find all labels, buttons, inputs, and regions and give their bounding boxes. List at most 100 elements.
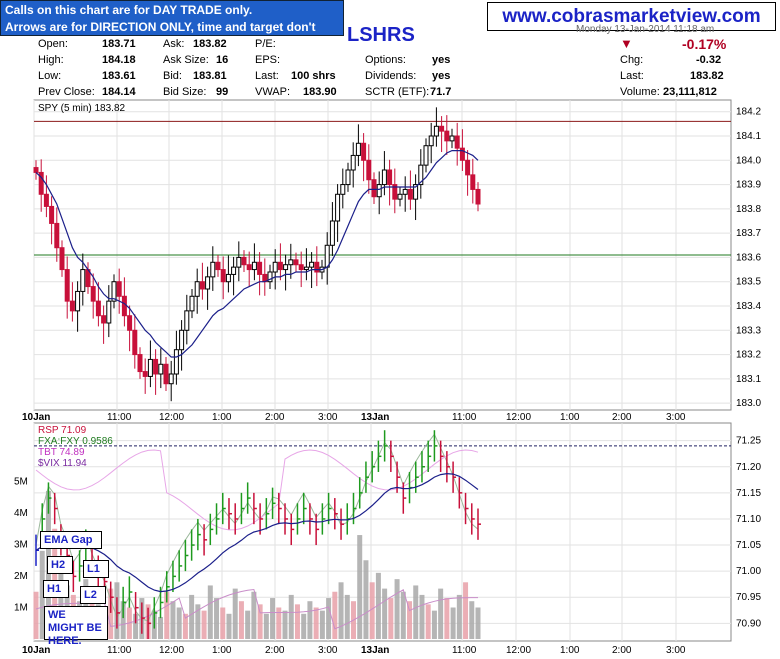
spy-legend: SPY (5 min) 183.82	[38, 103, 126, 114]
volume-bar-38	[270, 598, 276, 639]
candle-body-20	[137, 354, 143, 373]
candle-body-11	[90, 286, 96, 302]
time-tick-top-10: 2:00	[612, 412, 632, 423]
l2-label: L2	[80, 586, 106, 604]
volume-bar-43	[301, 613, 307, 639]
vix-legend: $VIX 11.94	[38, 458, 87, 469]
time-tick-bot-1: 11:00	[107, 645, 132, 656]
volume-bar-52	[357, 535, 363, 639]
candle-body-26	[168, 373, 174, 385]
candle-body-7	[69, 300, 75, 312]
rsp-tick-5: 71.00	[736, 566, 761, 577]
volume-bar-67	[450, 607, 456, 639]
candle-body-66	[376, 184, 382, 198]
volume-bar-60	[407, 601, 413, 639]
volume-tick-3: 2M	[14, 571, 28, 582]
volume-bar-0	[33, 591, 39, 639]
candle-body-32	[199, 281, 205, 290]
h2-label: H2	[47, 556, 73, 574]
candle-body-53	[309, 261, 315, 268]
candle-body-57	[329, 220, 335, 246]
time-tick-top-9: 1:00	[560, 412, 580, 423]
candle-body-5	[59, 247, 65, 271]
candle-body-30	[189, 295, 195, 312]
l1-label: L1	[83, 560, 109, 578]
volume-tick-2: 3M	[14, 540, 28, 551]
rsp-tick-4: 71.05	[736, 540, 761, 551]
candle-body-40	[241, 256, 247, 266]
time-tick-top-3: 1:00	[212, 412, 232, 423]
time-tick-bot-11: 3:00	[666, 645, 686, 656]
candle-body-61	[350, 154, 356, 171]
time-tick-top-2: 12:00	[159, 412, 184, 423]
candle-body-3	[49, 205, 55, 224]
rsp-tick-2: 71.15	[736, 488, 761, 499]
time-tick-bot-6: 13Jan	[361, 645, 389, 656]
candle-body-58	[335, 193, 341, 222]
candle-body-35	[215, 261, 221, 271]
volume-bar-40	[282, 610, 288, 639]
volume-bar-59	[400, 591, 406, 639]
volume-bar-54	[369, 582, 375, 639]
candle-body-46	[272, 261, 278, 273]
candle-body-21	[142, 371, 148, 377]
volume-bar-53	[363, 560, 369, 639]
time-tick-bot-9: 1:00	[560, 645, 580, 656]
candle-body-37	[225, 273, 231, 283]
candle-body-80	[449, 135, 455, 142]
candle-body-82	[459, 147, 465, 161]
volume-bar-25	[189, 594, 195, 639]
candle-body-50	[293, 259, 299, 266]
price-tick-4: 183.8	[736, 204, 761, 215]
candle-body-83	[465, 159, 471, 176]
volume-bar-71	[475, 607, 481, 639]
candle-body-76	[428, 135, 434, 147]
candle-body-56	[324, 244, 330, 268]
candle-body-67	[381, 169, 387, 186]
candle-body-79	[444, 130, 450, 142]
candle-body-13	[101, 315, 107, 324]
volume-bar-46	[319, 610, 325, 639]
volume-bar-28	[207, 585, 213, 639]
price-tick-11: 183.1	[736, 374, 761, 385]
volume-bar-62	[419, 594, 425, 639]
candle-body-71	[402, 188, 408, 195]
candle-body-16	[116, 281, 122, 297]
candle-body-24	[158, 363, 164, 375]
candle-body-62	[355, 142, 361, 156]
candle-body-22	[147, 358, 153, 377]
candle-body-31	[194, 281, 200, 297]
volume-bar-63	[425, 604, 431, 639]
candle-body-25	[163, 363, 169, 385]
candle-body-4	[54, 222, 60, 249]
candle-body-33	[205, 276, 211, 290]
volume-bar-65	[438, 588, 444, 639]
volume-bar-70	[469, 601, 475, 639]
candle-body-9	[80, 269, 86, 292]
volume-tick-0: 5M	[14, 477, 28, 488]
volume-bar-44	[307, 601, 313, 639]
candle-body-77	[433, 125, 439, 137]
fxa-legend: FXA:FXY 0.9586	[38, 436, 113, 447]
volume-bar-66	[444, 598, 450, 639]
price-tick-7: 183.5	[736, 277, 761, 288]
rsp-tick-1: 71.20	[736, 462, 761, 473]
candle-body-38	[231, 266, 237, 275]
candle-body-43	[257, 261, 263, 275]
candle-body-84	[470, 174, 476, 190]
candle-body-18	[127, 315, 133, 331]
volume-tick-4: 1M	[14, 603, 28, 614]
candle-body-51	[298, 264, 304, 271]
time-tick-bot-0: 10Jan	[22, 645, 50, 656]
volume-bar-56	[382, 588, 388, 639]
volume-bar-22	[170, 601, 176, 639]
volume-tick-1: 4M	[14, 508, 28, 519]
candle-body-64	[366, 159, 372, 181]
candle-body-36	[220, 269, 226, 283]
time-tick-bot-5: 3:00	[318, 645, 338, 656]
volume-bar-57	[388, 598, 394, 639]
candle-body-0	[33, 167, 39, 173]
rsp-tick-0: 71.25	[736, 436, 761, 447]
price-tick-5: 183.7	[736, 228, 761, 239]
volume-bar-27	[201, 610, 207, 639]
